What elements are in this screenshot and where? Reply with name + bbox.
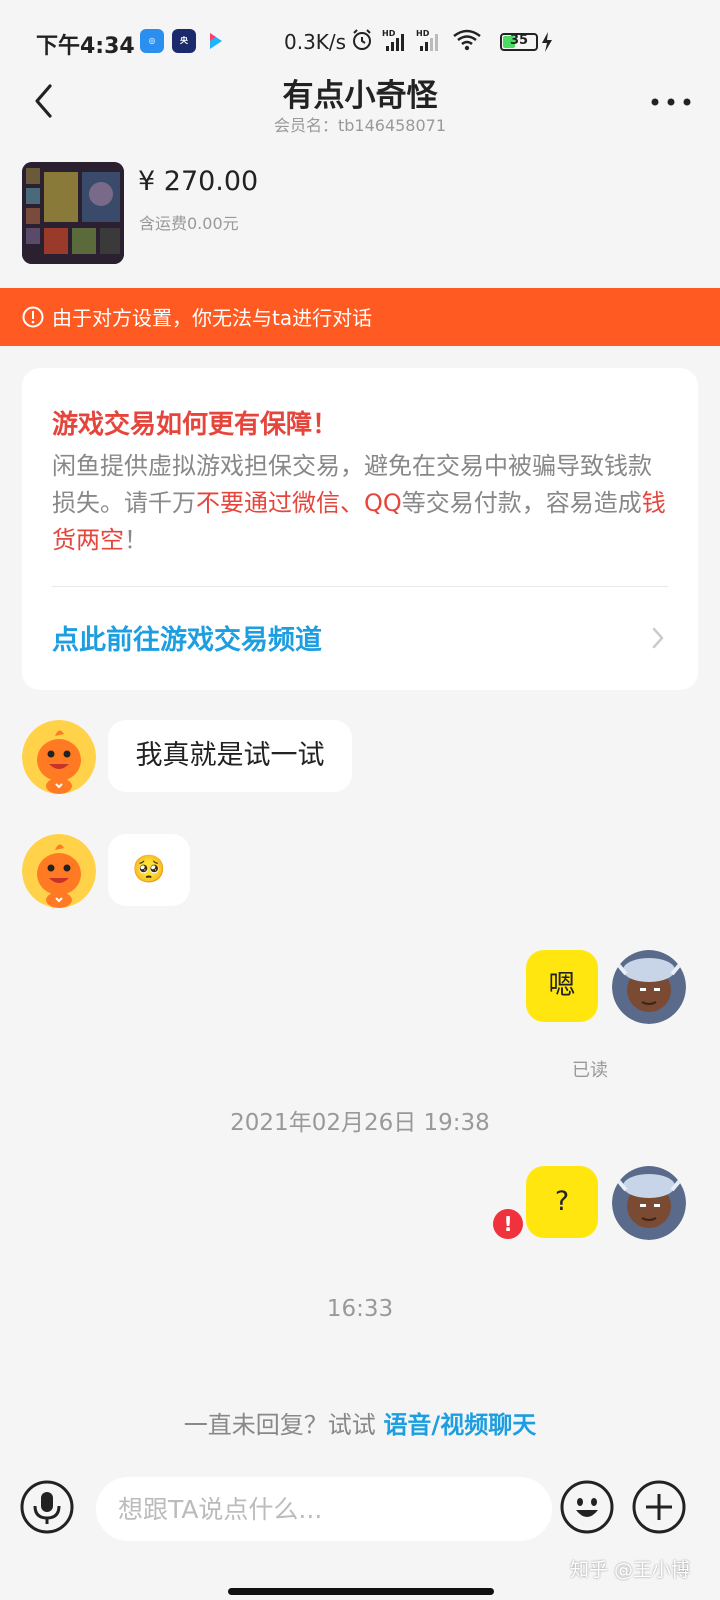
card-title: 游戏交易如何更有保障！ [52,410,339,440]
tencent-news-icon: ◎ [140,29,164,53]
battery-level: 35 [509,33,529,48]
time-separator: 2021年02月26日 19:38 [230,1110,490,1136]
more-button[interactable] [646,80,696,124]
home-indicator[interactable] [228,1588,494,1595]
alarm-icon [350,28,374,56]
card-body-text-3: ！ [124,526,148,554]
reply-hint: 一直未回复？试试 语音/视频聊天 [0,1405,720,1440]
message-bubble-received[interactable]: 我真就是试一试 [108,720,352,792]
signal-1-icon: HD [382,28,410,56]
youku-icon [204,29,228,53]
message-bubble-sent[interactable]: 嗯 [526,950,598,1022]
watermark: 知乎 @王小博 [570,1559,691,1581]
status-time: 下午4:34 [36,34,135,59]
more-icon [651,98,691,106]
shipping-fee: 含运费0.00元 [139,214,239,233]
chat-header: 有点小奇怪 会员名：tb146458071 [0,78,720,140]
read-status: 已读 [572,1060,608,1081]
product-card[interactable]: ¥ 270.00 含运费0.00元 [22,162,702,266]
other-user-avatar[interactable] [22,720,96,794]
smiley-icon [560,1480,614,1534]
my-avatar[interactable] [612,950,686,1024]
message-bubble-sent[interactable]: ? [526,1166,598,1238]
cctv-news-icon: 央 [172,29,196,53]
svg-text:HD: HD [416,29,430,38]
card-divider [52,586,668,587]
voice-video-chat-link[interactable]: 语音/视频聊天 [383,1411,536,1439]
message-emoji: 🥺 [132,854,166,885]
svg-text:HD: HD [382,29,396,38]
microphone-icon [20,1480,74,1534]
card-body-highlight-1: 不要通过微信、QQ [196,489,402,517]
game-trade-channel-link[interactable]: 点此前往游戏交易频道 [52,618,322,657]
net-speed: 0.3K/s [284,30,347,54]
send-failed-icon[interactable]: ! [493,1209,523,1239]
voice-button[interactable] [20,1480,74,1534]
input-bar [0,1477,720,1560]
status-bar: 下午4:34 ◎ 央 0.3K/s HD HD 35 [0,0,720,80]
safety-tip-card: 游戏交易如何更有保障！ 闲鱼提供虚拟游戏担保交易，避免在交易中被骗导致钱款损失。… [22,368,698,690]
more-actions-button[interactable] [632,1480,686,1534]
time-separator: 16:33 [326,1296,394,1322]
message-input[interactable] [96,1477,552,1541]
product-price: ¥ 270.00 [138,166,259,197]
charging-icon [540,31,554,57]
my-avatar[interactable] [612,1166,686,1240]
chevron-right-icon[interactable] [650,626,666,654]
card-body-text-2: 等交易付款，容易造成 [401,489,642,517]
emoji-button[interactable] [560,1480,614,1534]
reply-hint-text: 一直未回复？试试 [183,1411,384,1439]
warning-circle-icon [22,306,44,332]
restriction-banner: 由于对方设置，你无法与ta进行对话 [0,288,720,346]
card-body: 闲鱼提供虚拟游戏担保交易，避免在交易中被骗导致钱款损失。请千万不要通过微信、QQ… [52,448,672,559]
page-title: 有点小奇怪 [282,78,438,114]
battery-icon: 35 [500,33,538,51]
plus-icon [632,1480,686,1534]
member-name: 会员名：tb146458071 [273,116,447,135]
signal-2-icon: HD [416,28,444,56]
wifi-icon [452,28,482,56]
banner-text: 由于对方设置，你无法与ta进行对话 [52,306,373,330]
product-thumbnail [22,162,124,264]
other-user-avatar[interactable] [22,834,96,908]
message-bubble-received[interactable]: 🥺 [108,834,190,906]
